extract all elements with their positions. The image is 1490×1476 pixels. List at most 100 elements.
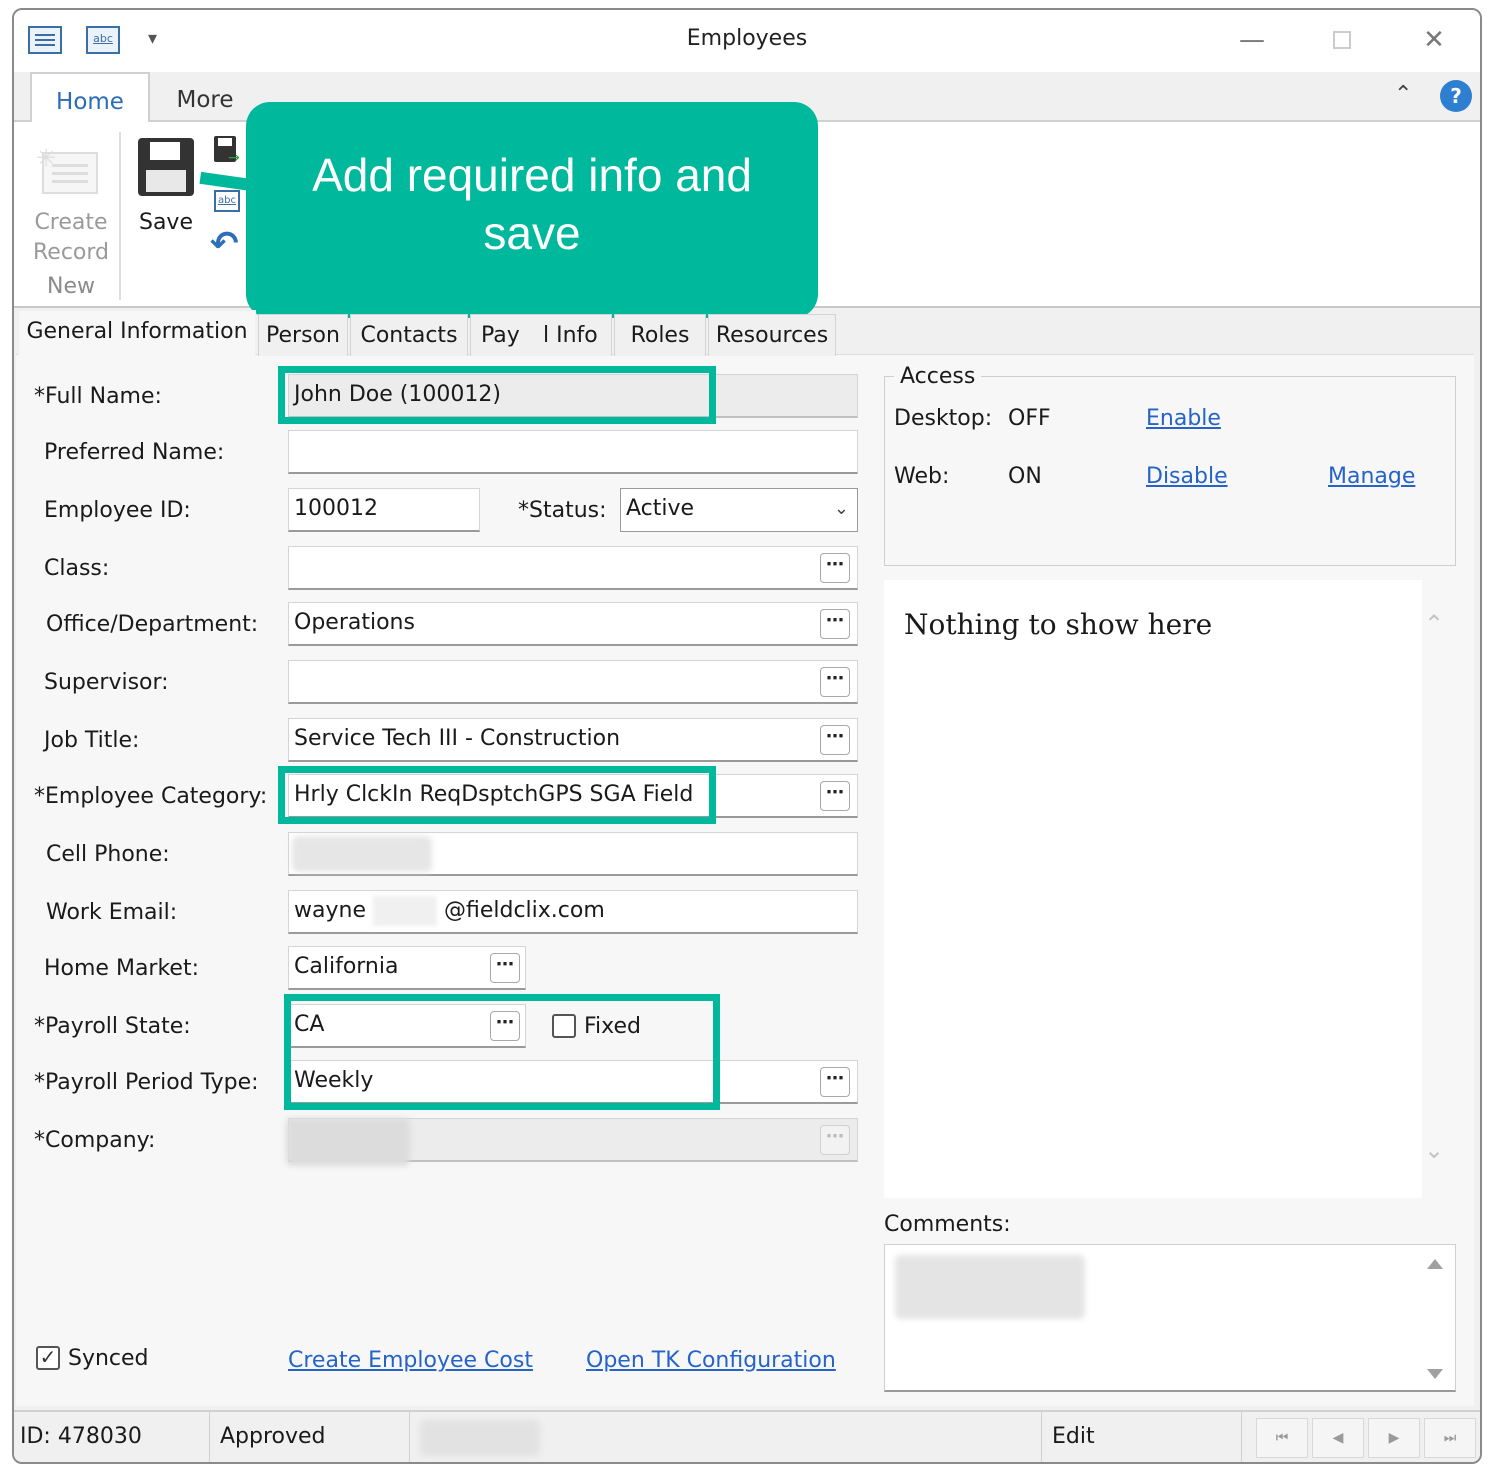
status-spacer [410,1412,1042,1462]
chevron-up-icon[interactable]: ⌃ [1394,82,1412,107]
payroll-period-type-lookup-button[interactable]: ⋯ [820,1067,850,1097]
first-record-icon[interactable]: ⏮ [1256,1418,1308,1458]
close-icon[interactable]: ✕ [1414,22,1454,58]
ribbon-group-new-label: New [47,274,95,299]
employee-id-label: Employee ID: [44,498,191,523]
next-record-icon[interactable]: ▶ [1368,1418,1420,1458]
ribbon-tab-home[interactable]: Home [30,72,150,124]
record-mode: Edit [1042,1412,1242,1462]
minimize-icon[interactable]: — [1232,22,1272,58]
floppy-disk-icon[interactable] [138,138,194,196]
undo-icon[interactable]: ↶ [210,224,239,264]
status-label: *Status: [518,498,607,523]
redacted-status [420,1420,540,1456]
callout-text: Add required info and save [312,149,752,259]
previous-record-icon[interactable]: ◀ [1312,1418,1364,1458]
last-record-icon[interactable]: ⏭ [1424,1418,1476,1458]
chevron-down-icon: ⌄ [833,498,849,519]
enable-desktop-link[interactable]: Enable [1146,406,1221,431]
payroll-period-type-label: *Payroll Period Type: [34,1070,259,1095]
record-id: ID: 478030 [14,1412,210,1462]
ribbon-tab-more[interactable]: More [160,72,250,124]
help-icon[interactable]: ? [1440,80,1472,112]
office-department-label: Office/Department: [46,612,259,637]
tab-payroll-info-label-left: Pay [481,323,520,348]
comments-scroll-down-icon[interactable] [1427,1369,1443,1379]
scroll-down-chevron-icon[interactable]: ⌄ [1424,1136,1444,1164]
create-employee-cost-link[interactable]: Create Employee Cost [288,1348,533,1373]
employees-window: abc ▾ Employees — ✕ Home More ⌃ ? ✳ Crea… [12,8,1482,1464]
job-title-lookup-button[interactable]: ⋯ [820,725,850,755]
title-bar: abc ▾ Employees — ✕ [14,10,1480,72]
office-department-lookup-button[interactable]: ⋯ [820,609,850,639]
company-lookup-button[interactable]: ⋯ [820,1125,850,1155]
cell-phone-label: Cell Phone: [46,842,170,867]
create-record-icon: ✳ [36,144,100,194]
web-value: ON [1008,464,1042,489]
tab-payroll-info-label-right: l Info [543,323,598,348]
comments-scroll-up-icon[interactable] [1427,1259,1443,1269]
employee-category-lookup-button[interactable]: ⋯ [820,781,850,811]
payroll-highlight [284,994,720,1110]
comments-textarea[interactable] [884,1244,1456,1392]
tab-payroll-info[interactable]: Pay l Info [470,314,612,356]
redacted-comments [895,1255,1085,1319]
scroll-up-chevron-icon[interactable]: ⌃ [1424,610,1444,638]
spell-check-icon[interactable]: abc [214,190,240,212]
side-panel: Nothing to show here [884,580,1422,1198]
home-market-label: Home Market: [44,956,199,981]
tab-resources[interactable]: Resources [708,314,836,356]
tab-general-information[interactable]: General Information [18,310,256,356]
form-tabs: General Information Person Contacts Pay … [14,310,1480,356]
employee-category-label: *Employee Category: [34,784,268,809]
save-button[interactable]: Save [132,210,200,235]
job-title-label: Job Title: [44,728,140,753]
work-email-suffix: @fieldclix.com [443,898,605,923]
job-title-field[interactable]: Service Tech III - Construction [288,718,858,762]
office-department-field[interactable]: Operations [288,602,858,646]
employee-category-highlight [278,766,716,824]
full-name-label: *Full Name: [34,384,162,409]
synced-label: Synced [68,1346,149,1371]
supervisor-label: Supervisor: [44,670,169,695]
home-market-lookup-button[interactable]: ⋯ [490,953,520,983]
status-select[interactable]: Active ⌄ [620,488,858,532]
record-state: Approved [210,1412,410,1462]
instruction-callout: Add required info and save [246,102,818,318]
work-email-label: Work Email: [46,900,178,925]
web-label: Web: [894,464,950,489]
synced-checkbox[interactable]: ✓ [36,1346,60,1370]
work-email-field[interactable]: wayne @fieldclix.com [288,890,858,934]
employee-id-field[interactable]: 100012 [288,488,480,532]
preferred-name-label: Preferred Name: [44,440,225,465]
tab-roles[interactable]: Roles [614,314,706,356]
desktop-label: Desktop: [894,406,993,431]
full-name-highlight [278,366,716,424]
manage-web-link[interactable]: Manage [1328,464,1415,489]
create-record-button[interactable]: Create Record [28,208,114,268]
tab-person[interactable]: Person [258,314,348,356]
comments-label: Comments: [884,1212,1011,1237]
supervisor-lookup-button[interactable]: ⋯ [820,667,850,697]
redacted-email-part [372,896,437,926]
company-label: *Company: [34,1128,156,1153]
status-value: Active [626,496,695,521]
supervisor-field[interactable] [288,660,858,704]
work-email-prefix: wayne [294,898,366,923]
status-bar: ID: 478030 Approved Edit ⏮ ◀ ▶ ⏭ [14,1410,1480,1462]
preferred-name-field[interactable] [288,430,858,474]
disable-web-link[interactable]: Disable [1146,464,1228,489]
open-tk-configuration-link[interactable]: Open TK Configuration [586,1348,836,1373]
maximize-icon[interactable] [1322,22,1362,58]
ribbon-divider [119,132,121,300]
tab-contacts[interactable]: Contacts [350,314,468,356]
class-field[interactable] [288,546,858,590]
save-as-icon[interactable]: → [214,136,240,166]
class-label: Class: [44,556,110,581]
redacted-phone [292,836,432,872]
desktop-value: OFF [1008,406,1051,431]
payroll-state-label: *Payroll State: [34,1014,191,1039]
access-title: Access [894,364,982,389]
class-lookup-button[interactable]: ⋯ [820,553,850,583]
empty-message: Nothing to show here [904,608,1213,641]
